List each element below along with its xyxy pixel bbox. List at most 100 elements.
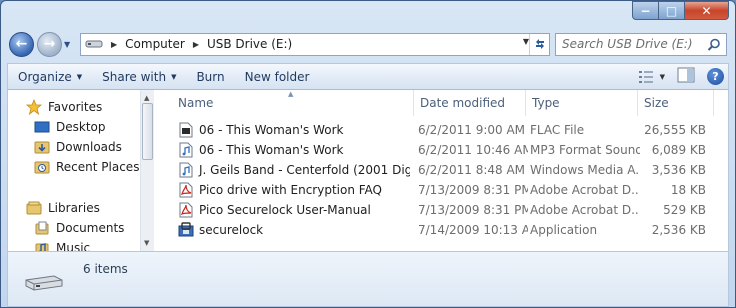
file-name-cell[interactable]: securelock (178, 220, 410, 240)
file-date-cell: 6/2/2011 10:46 AM (418, 143, 528, 157)
file-name-cell[interactable]: 06 - This Woman's Work (178, 140, 410, 160)
column-header-name[interactable]: Name (172, 90, 414, 116)
preview-pane-button[interactable] (677, 67, 695, 86)
address-bar[interactable]: ▶ Computer ▶ USB Drive (E:) ▼ (80, 32, 550, 56)
file-date-cell: 6/2/2011 8:48 AM (418, 163, 526, 177)
details-pane: 6 items (7, 251, 729, 307)
breadcrumb-separator[interactable]: ▶ (107, 40, 121, 49)
column-header-date-modified[interactable]: Date modified (414, 90, 526, 116)
scroll-down-icon[interactable]: ▼ (144, 239, 149, 247)
new-folder-button[interactable]: New folder (235, 64, 320, 89)
chevron-down-icon: ▼ (171, 72, 177, 81)
nav-item-music[interactable]: Music (34, 238, 90, 251)
file-type-cell: Adobe Acrobat D... (530, 183, 640, 197)
file-name: Pico drive with Encryption FAQ (199, 183, 382, 197)
caption-buttons: − □ ✕ (632, 1, 729, 21)
search-icon[interactable] (707, 38, 721, 55)
item-count: 6 items (83, 262, 128, 276)
forward-arrow-icon: → (43, 36, 56, 52)
search-box[interactable] (555, 32, 727, 56)
file-size-cell: 6,089 KB (651, 143, 706, 157)
file-row[interactable]: 06 - This Woman's Work 6/2/2011 9:00 AM FL… (160, 120, 728, 140)
refresh-button[interactable] (529, 33, 549, 55)
chevron-down-icon: ▼ (76, 72, 83, 81)
breadcrumb-computer[interactable]: Computer (121, 37, 189, 51)
file-date-cell: 7/13/2009 8:31 PM (418, 183, 528, 197)
nav-item-libraries[interactable]: Libraries (26, 198, 100, 218)
music-icon (34, 240, 50, 251)
nav-item-favorites[interactable]: Favorites (26, 97, 102, 117)
file-row[interactable]: J. Geils Band - Centerfold (2001 Digital… (160, 160, 728, 180)
nav-pane-scrollbar[interactable]: ▲ ▼ (140, 90, 154, 251)
breadcrumb-usb-drive[interactable]: USB Drive (E:) (203, 37, 296, 51)
minimize-button[interactable]: − (632, 1, 659, 20)
file-name-cell[interactable]: 06 - This Woman's Work (178, 120, 410, 140)
audio-file-icon (178, 162, 194, 178)
nav-item-desktop[interactable]: Desktop (34, 117, 106, 137)
search-input[interactable] (562, 37, 712, 51)
file-type-cell: FLAC File (530, 123, 585, 137)
details-view-icon (638, 70, 653, 83)
file-row[interactable]: 06 - This Woman's Work 6/2/2011 10:46 AM M… (160, 140, 728, 160)
file-name-cell[interactable]: Pico drive with Encryption FAQ (178, 180, 410, 200)
breadcrumb-separator[interactable]: ▶ (189, 40, 203, 49)
navigation-pane: Favorites Desktop Downloads Recent Place… (8, 90, 154, 251)
organize-menu[interactable]: Organize ▼ (8, 64, 92, 89)
view-controls: ▼ ? (638, 67, 724, 86)
preview-pane-icon (677, 67, 695, 83)
file-name: securelock (199, 223, 264, 237)
share-with-menu[interactable]: Share with ▼ (92, 64, 186, 89)
file-size-cell: 529 KB (663, 203, 706, 217)
pdf-file-icon (178, 202, 194, 218)
column-header-type[interactable]: Type (526, 90, 638, 116)
nav-item-recent-places[interactable]: Recent Places (34, 157, 139, 177)
command-bar: Organize ▼ Share with ▼ Burn New folder … (7, 63, 729, 90)
maximize-button[interactable]: □ (659, 1, 685, 20)
file-type-cell: Application (530, 223, 598, 237)
file-name: 06 - This Woman's Work (199, 123, 344, 137)
pdf-file-icon (178, 182, 194, 198)
nav-label: Recent Places (56, 160, 140, 174)
nav-label: Documents (56, 221, 125, 235)
star-icon (26, 99, 42, 115)
nav-label: Favorites (48, 100, 103, 114)
back-button[interactable]: ← (9, 31, 34, 57)
nav-label: Downloads (56, 140, 122, 154)
application-icon (178, 222, 194, 238)
forward-button[interactable]: → (37, 31, 62, 57)
nav-label: Desktop (56, 120, 106, 134)
file-type-cell: Windows Media A... (530, 163, 640, 177)
navigation-row: ← → ▼ ▶ Computer ▶ USB Drive (E:) ▼ (9, 31, 727, 57)
nav-item-documents[interactable]: Documents (34, 218, 124, 238)
burn-button[interactable]: Burn (186, 64, 234, 89)
file-date-cell: 6/2/2011 9:00 AM (418, 123, 526, 137)
file-row[interactable]: securelock 7/14/2009 10:13 A...Applicatio… (160, 220, 728, 240)
file-type-cell: MP3 Format Sound (530, 143, 640, 157)
file-date-cell: 7/14/2009 10:13 A... (418, 223, 528, 237)
organize-label: Organize (18, 69, 72, 84)
scroll-up-icon[interactable]: ▲ (144, 94, 149, 102)
recent-pages-dropdown[interactable]: ▼ (64, 40, 74, 49)
file-row[interactable]: Pico drive with Encryption FAQ 7/13/2009 … (160, 180, 728, 200)
nav-label: Music (56, 241, 91, 251)
downloads-folder-icon (34, 139, 50, 155)
file-row[interactable]: Pico Securelock User-Manual 7/13/2009 8:3… (160, 200, 728, 220)
column-header-size[interactable]: Size (638, 90, 714, 116)
help-button[interactable]: ? (707, 68, 724, 85)
refresh-icon (535, 39, 544, 49)
file-name: J. Geils Band - Centerfold (2001 Digital… (199, 163, 410, 177)
change-view-button[interactable]: ▼ (638, 70, 665, 84)
nav-item-downloads[interactable]: Downloads (34, 137, 122, 157)
drive-icon (81, 39, 107, 49)
share-with-label: Share with (102, 69, 167, 84)
content-area: Favorites Desktop Downloads Recent Place… (7, 90, 729, 251)
file-size-cell: 3,536 KB (651, 163, 706, 177)
file-name-cell[interactable]: J. Geils Band - Centerfold (2001 Digital… (178, 160, 410, 180)
back-arrow-icon: ← (15, 36, 28, 52)
scrollbar-thumb[interactable] (142, 103, 153, 160)
file-name-cell[interactable]: Pico Securelock User-Manual (178, 200, 410, 220)
documents-icon (34, 220, 50, 236)
file-size-cell: 2,536 KB (651, 223, 706, 237)
close-button[interactable]: ✕ (685, 1, 729, 20)
libraries-icon (26, 200, 42, 216)
